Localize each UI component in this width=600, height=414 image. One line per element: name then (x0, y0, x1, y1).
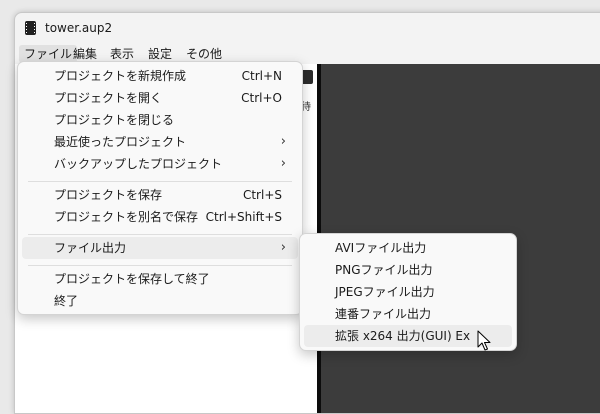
menu-item-label: バックアップしたプロジェクト (54, 157, 223, 171)
menu-item-label: ファイル出力 (54, 241, 127, 255)
menu-item-recent-projects[interactable]: 最近使ったプロジェクト › (22, 131, 298, 153)
menu-item-save-as[interactable]: プロジェクトを別名で保存 Ctrl+Shift+S (22, 206, 298, 228)
menu-item-shortcut: Ctrl+O (241, 91, 282, 105)
menu-item-label: プロジェクトを保存 (54, 188, 163, 202)
menu-item-label: 最近使ったプロジェクト (54, 135, 187, 149)
menu-item-save-project[interactable]: プロジェクトを保存 Ctrl+S (22, 184, 298, 206)
menu-item-backup-projects[interactable]: バックアップしたプロジェクト › (22, 153, 298, 175)
submenu-item-avi-export[interactable]: AVIファイル出力 (304, 237, 512, 259)
window-title: tower.aup2 (45, 21, 113, 35)
menu-item-new-project[interactable]: プロジェクトを新規作成 Ctrl+N (22, 65, 298, 87)
menu-item-label: 連番ファイル出力 (335, 307, 432, 321)
menu-item-shortcut: Ctrl+Shift+S (205, 210, 282, 224)
menu-item-exit[interactable]: 終了 (22, 290, 298, 312)
menu-item-label: 拡張 x264 出力(GUI) Ex (335, 329, 471, 343)
menu-item-label: AVIファイル出力 (335, 241, 427, 255)
menu-item-shortcut: Ctrl+S (242, 188, 282, 202)
menu-separator (28, 265, 292, 266)
submenu-item-sequence-export[interactable]: 連番ファイル出力 (304, 303, 512, 325)
chevron-right-icon: › (280, 240, 286, 255)
chevron-right-icon: › (280, 134, 286, 149)
menu-item-label: プロジェクトを新規作成 (54, 69, 187, 83)
submenu-item-jpeg-export[interactable]: JPEGファイル出力 (304, 281, 512, 303)
menu-item-label: 終了 (54, 294, 79, 308)
title-bar: tower.aup2 (15, 13, 600, 44)
menu-item-open-project[interactable]: プロジェクトを開く Ctrl+O (22, 87, 298, 109)
menu-item-shortcut: Ctrl+N (241, 69, 282, 83)
film-strip-icon (25, 21, 36, 35)
menu-item-label: プロジェクトを別名で保存 (54, 210, 199, 224)
menu-separator (28, 234, 292, 235)
menu-item-label: プロジェクトを開く (54, 91, 163, 105)
mouse-pointer-icon (477, 330, 491, 351)
menu-item-file-export[interactable]: ファイル出力 › (22, 237, 298, 259)
menu-item-label: プロジェクトを閉じる (54, 113, 175, 127)
menu-item-label: プロジェクトを保存して終了 (54, 272, 210, 286)
chevron-right-icon: › (280, 156, 286, 171)
menu-item-close-project[interactable]: プロジェクトを閉じる (22, 109, 298, 131)
menu-separator (28, 181, 292, 182)
file-menu: プロジェクトを新規作成 Ctrl+N プロジェクトを開く Ctrl+O プロジェ… (17, 61, 303, 315)
menu-item-label: PNGファイル出力 (335, 263, 433, 277)
menu-item-label: JPEGファイル出力 (335, 285, 435, 299)
submenu-item-png-export[interactable]: PNGファイル出力 (304, 259, 512, 281)
menu-item-save-and-exit[interactable]: プロジェクトを保存して終了 (22, 268, 298, 290)
